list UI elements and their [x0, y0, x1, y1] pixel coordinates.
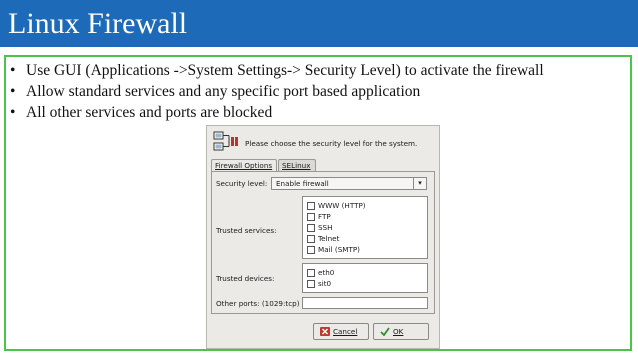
service-label: FTP — [318, 212, 331, 221]
tab-firewall-options-label: Firewall Options — [215, 161, 273, 170]
checkmark-icon — [380, 327, 390, 336]
bullet-list: • Use GUI (Applications ->System Setting… — [10, 60, 630, 123]
service-item[interactable]: Mail (SMTP) — [303, 244, 427, 255]
service-label: SSH — [318, 223, 333, 232]
checkbox-icon[interactable] — [307, 213, 315, 221]
checkbox-icon[interactable] — [307, 224, 315, 232]
bullet-text: Use GUI (Applications ->System Settings-… — [26, 62, 544, 79]
service-item[interactable]: SSH — [303, 222, 427, 233]
bullet-text: All other services and ports are blocked — [26, 104, 273, 121]
security-level-value: Enable firewall — [276, 179, 329, 188]
cancel-icon — [320, 327, 330, 336]
device-item[interactable]: eth0 — [303, 267, 427, 278]
cancel-button-label: Cancel — [333, 327, 358, 336]
device-item[interactable]: sit0 — [303, 278, 427, 289]
firewall-options-panel: Security level: Enable firewall ▾ Truste… — [211, 171, 435, 314]
checkbox-icon[interactable] — [307, 246, 315, 254]
service-label: Telnet — [318, 234, 340, 243]
service-label: WWW (HTTP) — [318, 201, 366, 210]
tab-selinux[interactable]: SELinux — [278, 159, 316, 171]
tab-selinux-label: SELinux — [282, 161, 311, 170]
security-level-label: Security level: — [216, 179, 268, 188]
checkbox-icon[interactable] — [307, 269, 315, 277]
trusted-services-list: WWW (HTTP) FTP SSH Telnet Mail (SMTP) — [302, 196, 428, 259]
slide-title: Linux Firewall — [8, 7, 188, 40]
slide-title-bar: Linux Firewall — [0, 0, 638, 47]
ok-button[interactable]: OK — [373, 323, 429, 340]
firewall-config-icon — [213, 131, 238, 151]
chevron-down-icon: ▾ — [413, 178, 426, 189]
checkbox-icon[interactable] — [307, 235, 315, 243]
trusted-devices-list: eth0 sit0 — [302, 263, 428, 293]
device-label: sit0 — [318, 279, 332, 288]
security-level-dialog: Please choose the security level for the… — [206, 125, 440, 349]
service-label: Mail (SMTP) — [318, 245, 360, 254]
service-item[interactable]: Telnet — [303, 233, 427, 244]
device-label: eth0 — [318, 268, 335, 277]
trusted-services-label: Trusted services: — [216, 226, 277, 235]
service-item[interactable]: FTP — [303, 211, 427, 222]
bullet-symbol: • — [10, 83, 16, 100]
dialog-message: Please choose the security level for the… — [245, 139, 418, 148]
service-item[interactable]: WWW (HTTP) — [303, 200, 427, 211]
bullet-symbol: • — [10, 62, 16, 79]
trusted-devices-label: Trusted devices: — [216, 274, 275, 283]
dialog-header: Please choose the security level for the… — [211, 130, 437, 154]
checkbox-icon[interactable] — [307, 202, 315, 210]
bullet-text: Allow standard services and any specific… — [26, 83, 421, 100]
bullet-item: • Allow standard services and any specif… — [10, 81, 630, 102]
cancel-button[interactable]: Cancel — [313, 323, 369, 340]
checkbox-icon[interactable] — [307, 280, 315, 288]
other-ports-label: Other ports: (1029:tcp) — [216, 299, 300, 308]
bullet-item: • Use GUI (Applications ->System Setting… — [10, 60, 630, 81]
security-level-select[interactable]: Enable firewall ▾ — [271, 177, 427, 190]
other-ports-input[interactable] — [302, 297, 428, 309]
ok-button-label: OK — [393, 327, 404, 336]
bullet-symbol: • — [10, 104, 16, 121]
bullet-item: • All other services and ports are block… — [10, 102, 630, 123]
